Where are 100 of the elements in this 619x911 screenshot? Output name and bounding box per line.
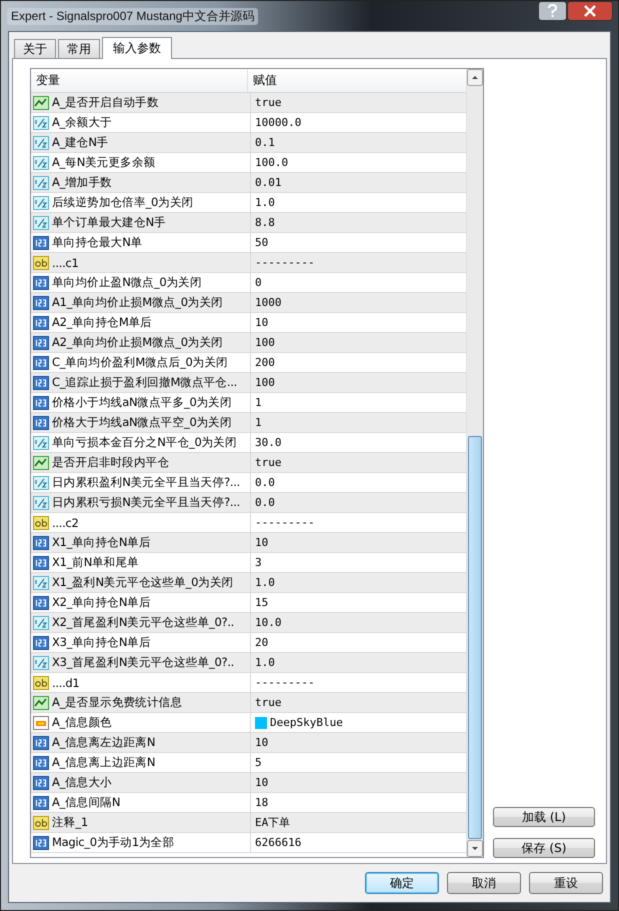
tab[interactable]: 关于	[14, 39, 56, 58]
digits-icon	[33, 296, 49, 310]
variable-value[interactable]: 8.8	[255, 216, 275, 229]
variable-value[interactable]: 100.0	[255, 156, 288, 169]
side-button[interactable]: 加载 (L)	[493, 807, 595, 827]
variable-name: A_是否开启自动手数	[52, 95, 159, 110]
variable-value[interactable]: 0.0	[255, 496, 275, 509]
variable-name: A2_单向持仓M单后	[52, 315, 152, 330]
fraction-icon	[33, 156, 49, 170]
fraction-icon	[33, 616, 49, 630]
variable-value[interactable]: 20	[255, 636, 268, 649]
variable-value[interactable]: 200	[255, 356, 275, 369]
variable-name: A2_单向均价止损M微点_0为关闭	[52, 335, 223, 350]
variable-value[interactable]: 0.0	[255, 476, 275, 489]
variable-value[interactable]: ---------	[255, 676, 315, 689]
variable-value[interactable]: 0.1	[255, 136, 275, 149]
tab[interactable]: 常用	[58, 39, 100, 58]
variable-value[interactable]: 100	[255, 376, 275, 389]
side-button[interactable]: 保存 (S)	[493, 838, 595, 858]
variable-value[interactable]: 1.0	[255, 656, 275, 669]
variable-value[interactable]: 10	[255, 316, 268, 329]
variable-value[interactable]: 10	[255, 776, 268, 789]
tab[interactable]: 输入参数	[102, 37, 172, 59]
variable-value[interactable]: 10.0	[255, 616, 282, 629]
variable-name: 价格大于均线aN微点平空_0为关闭	[52, 415, 232, 430]
variable-value[interactable]: true	[255, 96, 282, 109]
variable-value[interactable]: 10000.0	[255, 116, 302, 129]
variable-value[interactable]: DeepSkyBlue	[270, 716, 343, 729]
variable-value[interactable]: 1000	[255, 296, 282, 309]
variable-name: C_追踪止损于盈利回撤M微点平仓...	[52, 375, 237, 390]
fraction-icon	[33, 496, 49, 510]
variable-value[interactable]: 100	[255, 336, 275, 349]
variable-value[interactable]: true	[255, 456, 282, 469]
variable-name: A_每N美元更多余额	[52, 155, 156, 170]
digits-icon	[33, 736, 49, 750]
variable-name: Magic_0为手动1为全部	[52, 835, 174, 850]
variable-name: 注释_1	[52, 815, 88, 830]
variable-value[interactable]: 10	[255, 736, 268, 749]
variable-name: A_建仓N手	[52, 135, 108, 150]
variable-value[interactable]: 5	[255, 756, 262, 769]
letters-icon	[33, 816, 49, 830]
column-header[interactable]: 赋值	[248, 69, 466, 92]
variable-name: ....c2	[52, 516, 78, 530]
variable-value[interactable]: 1	[255, 396, 262, 409]
column-header[interactable]: 变量	[31, 69, 248, 92]
variable-value[interactable]: 30.0	[255, 436, 282, 449]
scroll-down-icon[interactable]	[467, 840, 483, 857]
fraction-icon	[33, 176, 49, 190]
vertical-scrollbar[interactable]	[466, 69, 483, 857]
variable-value[interactable]: 18	[255, 796, 268, 809]
fraction-icon	[33, 196, 49, 210]
variable-value[interactable]: 1.0	[255, 196, 275, 209]
variable-name: X2_首尾盈利N美元平仓这些单_0?..	[52, 615, 234, 630]
variable-name: A_余额大于	[52, 115, 112, 130]
letters-icon	[33, 676, 49, 690]
variable-name: 单向均价止盈N微点_0为关闭	[52, 275, 202, 290]
digits-icon	[33, 776, 49, 790]
help-icon[interactable]	[538, 1, 567, 21]
dialog-button[interactable]: 确定	[365, 872, 439, 894]
graph-icon	[33, 96, 49, 110]
variable-name: A_信息离左边距离N	[52, 735, 156, 750]
variable-name: 单向亏损本金百分之N平仓_0为关闭	[52, 435, 237, 450]
variable-name: A_是否显示免费统计信息	[52, 695, 182, 710]
variable-value[interactable]: 0.01	[255, 176, 282, 189]
variable-value[interactable]: 6266616	[255, 836, 302, 849]
variable-name: C_单向均价盈利M微点后_0为关闭	[52, 355, 228, 370]
variable-value[interactable]: EA下单	[255, 815, 290, 830]
variable-name: 单个订单最大建仓N手	[52, 215, 166, 230]
variable-name: 是否开启非时段内平仓	[52, 455, 170, 470]
dialog-button[interactable]: 取消	[447, 872, 521, 894]
variable-value[interactable]: ---------	[255, 516, 315, 529]
dialog-button[interactable]: 重设	[529, 872, 603, 894]
variable-value[interactable]: 10	[255, 536, 268, 549]
close-icon[interactable]	[567, 1, 613, 21]
window-title: Expert - Signalspro007 Mustang中文合并源码	[7, 8, 258, 25]
variable-name: X1_单向持仓N单后	[52, 535, 151, 550]
variable-value[interactable]: 1.0	[255, 576, 275, 589]
digits-icon	[33, 336, 49, 350]
variable-value[interactable]: ---------	[255, 256, 315, 269]
variable-value[interactable]: 50	[255, 236, 268, 249]
variable-name: X3_单向持仓N单后	[52, 635, 151, 650]
variable-name: ....d1	[52, 676, 80, 690]
variable-value[interactable]: 1	[255, 416, 262, 429]
variable-name: A_信息大小	[52, 775, 112, 790]
variable-value[interactable]: 0	[255, 276, 262, 289]
variable-name: 日内累积盈利N美元全平且当天停?...	[52, 475, 240, 490]
variable-value[interactable]: true	[255, 696, 282, 709]
variable-value[interactable]: 3	[255, 556, 262, 569]
variable-name: A_信息间隔N	[52, 795, 120, 810]
variable-name: 后续逆势加仓倍率_0为关闭	[52, 195, 194, 210]
variable-value[interactable]: 15	[255, 596, 268, 609]
scroll-up-icon[interactable]	[467, 69, 483, 86]
scrollbar-thumb[interactable]	[468, 436, 482, 839]
fraction-icon	[33, 136, 49, 150]
variable-name: 价格小于均线aN微点平多_0为关闭	[52, 395, 232, 410]
variable-name: A_增加手数	[52, 175, 112, 190]
digits-icon	[33, 376, 49, 390]
fraction-icon	[33, 116, 49, 130]
variable-name: 日内累积亏损N美元全平且当天停?...	[52, 495, 240, 510]
letters-icon	[33, 516, 49, 530]
